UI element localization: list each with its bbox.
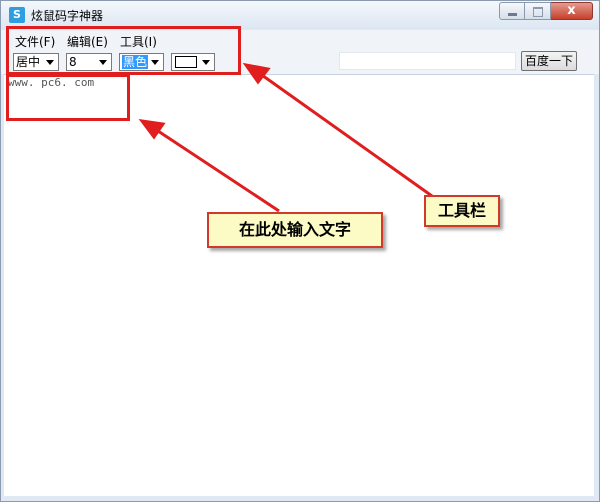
text-editor[interactable]: www. pc6. com xyxy=(4,74,594,496)
window-title: 炫鼠码字神器 xyxy=(31,9,104,23)
baidu-search-button[interactable]: 百度一下 xyxy=(521,51,577,71)
toolbar-highlight-box xyxy=(6,26,241,75)
input-hint-callout: 在此处输入文字 xyxy=(207,212,383,248)
window-controls: x xyxy=(499,2,593,20)
close-icon: x xyxy=(567,3,576,18)
input-highlight-box xyxy=(6,74,130,121)
search-input[interactable] xyxy=(339,52,516,70)
app-logo-icon: S xyxy=(9,7,25,23)
close-button[interactable]: x xyxy=(551,2,593,20)
title-bar[interactable]: S 炫鼠码字神器 x xyxy=(1,1,599,29)
minimize-button[interactable] xyxy=(499,2,525,20)
toolbar-hint-callout: 工具栏 xyxy=(424,195,500,227)
maximize-button[interactable] xyxy=(525,2,551,20)
